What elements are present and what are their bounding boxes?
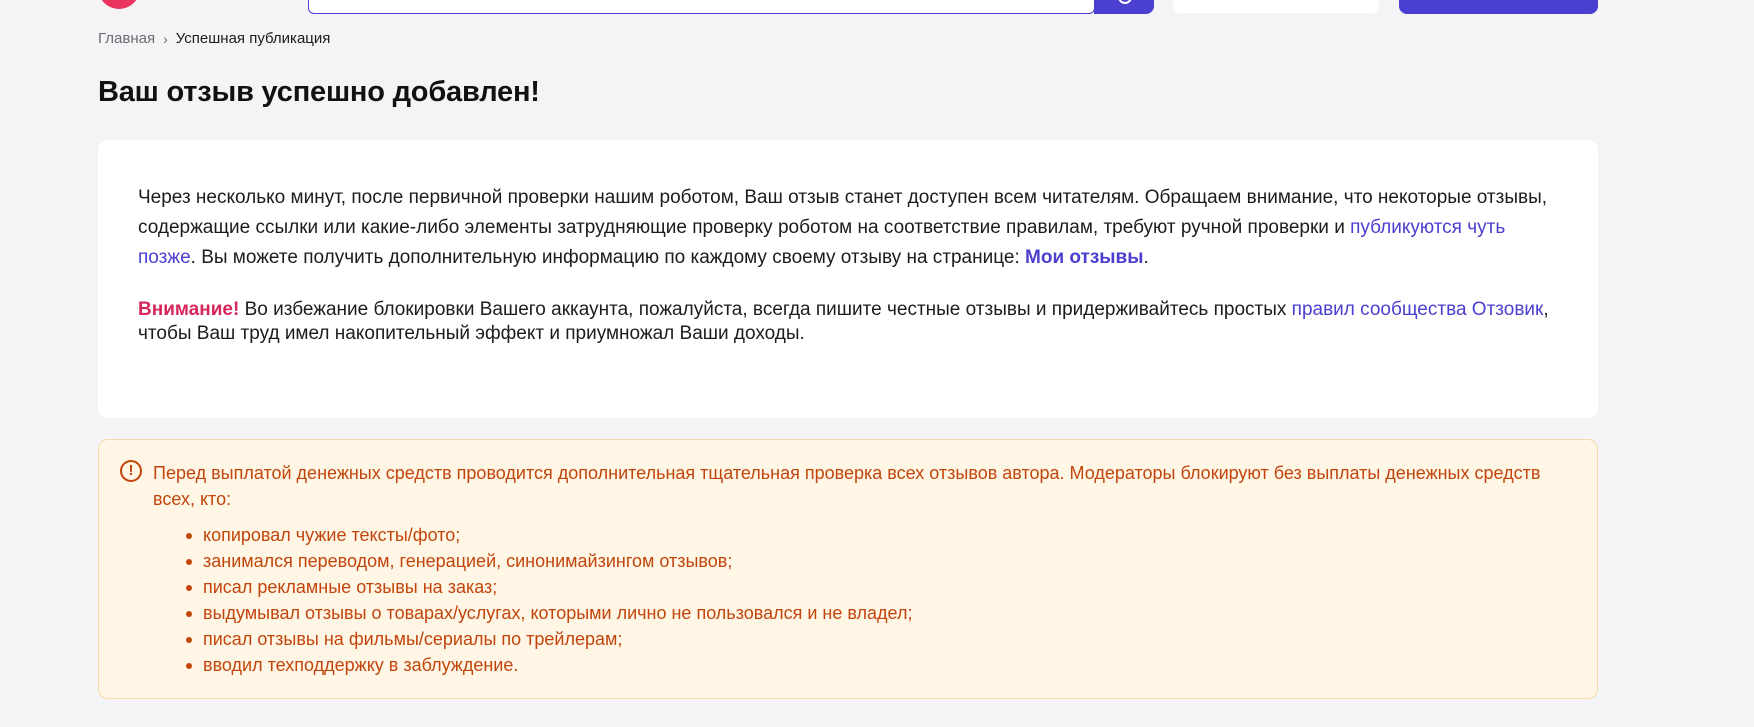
top-header bbox=[0, 0, 1754, 16]
breadcrumb-separator: › bbox=[163, 31, 168, 47]
info-paragraph: Через несколько минут, после первичной п… bbox=[138, 183, 1568, 273]
attention-paragraph: Внимание! Во избежание блокировки Вашего… bbox=[138, 298, 1568, 346]
info-text-a: Через несколько минут, после первичной п… bbox=[138, 187, 1548, 238]
success-card-body: Через несколько минут, после первичной п… bbox=[138, 183, 1568, 346]
page-title: Ваш отзыв успешно добавлен! bbox=[98, 76, 540, 108]
list-item: занимался переводом, генерацией, синоним… bbox=[185, 548, 912, 574]
site-logo[interactable] bbox=[98, 0, 140, 9]
violation-list: копировал чужие тексты/фото; занимался п… bbox=[185, 522, 912, 678]
info-text-end: . bbox=[1143, 247, 1149, 268]
list-item: писал отзывы на фильмы/сериалы по трейле… bbox=[185, 626, 912, 652]
my-reviews-link[interactable]: Мои отзывы bbox=[1025, 247, 1143, 268]
payout-warning-lead: Перед выплатой денежных средств проводит… bbox=[153, 463, 1541, 509]
success-card: Через несколько минут, после первичной п… bbox=[98, 140, 1598, 418]
list-item: выдумывал отзывы о товарах/услугах, кото… bbox=[185, 600, 912, 626]
search-button[interactable] bbox=[1094, 0, 1154, 14]
search-input[interactable] bbox=[308, 0, 1095, 14]
attention-label: Внимание! bbox=[138, 299, 240, 320]
header-promo[interactable] bbox=[1173, 0, 1379, 13]
list-item: копировал чужие тексты/фото; bbox=[185, 522, 912, 548]
page: Главная › Успешная публикация Ваш отзыв … bbox=[0, 0, 1754, 727]
attention-text-a: Во избежание блокировки Вашего аккаунта,… bbox=[239, 299, 1292, 320]
list-item: писал рекламные отзывы на заказ; bbox=[185, 574, 912, 600]
exclamation-circle-icon: ! bbox=[120, 460, 142, 482]
payout-warning: ! Перед выплатой денежных средств провод… bbox=[98, 439, 1598, 699]
community-rules-link[interactable]: правил сообщества Отзовик bbox=[1292, 299, 1544, 320]
header-cta-button[interactable] bbox=[1399, 0, 1598, 14]
list-item: вводил техподдержку в заблуждение. bbox=[185, 652, 912, 678]
search-icon bbox=[1118, 0, 1132, 4]
breadcrumb-home[interactable]: Главная bbox=[98, 30, 155, 48]
breadcrumb-current: Успешная публикация bbox=[175, 30, 331, 47]
breadcrumb: Главная › Успешная публикация bbox=[98, 30, 330, 48]
info-text-b: . Вы можете получить дополнительную инфо… bbox=[190, 247, 1026, 268]
